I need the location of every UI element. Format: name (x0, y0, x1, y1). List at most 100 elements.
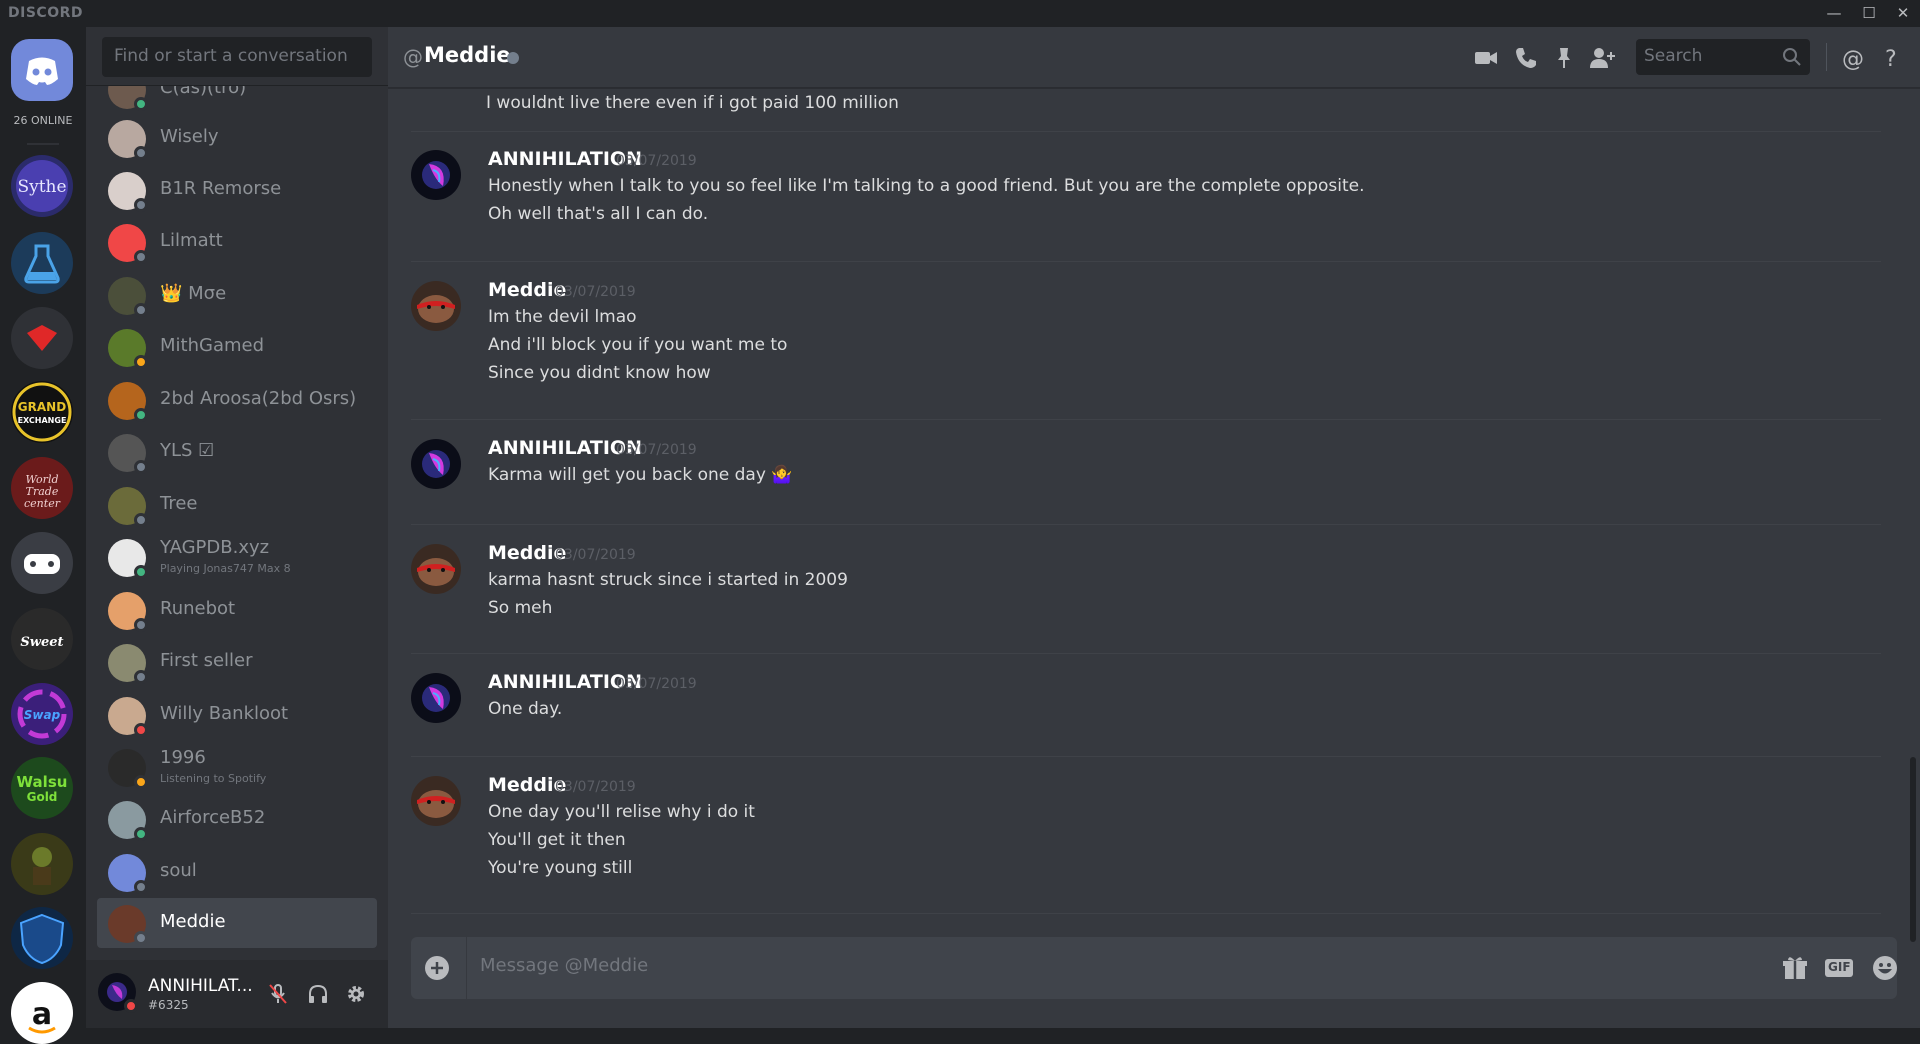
gear-icon[interactable] (342, 980, 370, 1008)
server-icon[interactable] (11, 907, 73, 969)
dm-item[interactable]: Wisely (97, 113, 377, 163)
dm-item[interactable]: First seller (97, 637, 377, 687)
title-bar: DISCORD — ☐ ✕ (0, 0, 1920, 27)
svg-text:Sythe: Sythe (17, 177, 66, 197)
server-icon[interactable]: Sweet (11, 608, 73, 670)
dm-list: C(as)(tro) Wisely B1R Remorse Lilmatt 👑 Μσe M… (86, 85, 388, 960)
dm-item[interactable]: MithGamed (97, 322, 377, 372)
message-text: I wouldnt live there even if i got paid … (486, 93, 899, 113)
message-text: karma hasnt struck since i started in 20… (488, 570, 848, 590)
status-indicator (134, 303, 148, 317)
help-icon[interactable]: ? (1878, 44, 1906, 72)
message-composer[interactable]: Message @Meddie GIF (411, 937, 1897, 999)
maximize-icon[interactable]: ☐ (1852, 0, 1886, 27)
message-input[interactable]: Message @Meddie (480, 955, 648, 976)
at-icon: @ (403, 45, 423, 69)
gif-picker-icon[interactable]: GIF (1823, 952, 1855, 984)
server-icon[interactable]: Walsu Gold (11, 757, 73, 819)
status-indicator (134, 355, 148, 369)
search-icon (1783, 48, 1801, 66)
dm-item[interactable]: YAGPDB.xyz Playing Jonas747 Max 8 (97, 532, 377, 582)
activity-text: Listening to Spotify (160, 772, 267, 785)
dm-item[interactable]: 1996 Listening to Spotify (97, 742, 377, 792)
video-call-icon[interactable] (1472, 44, 1500, 72)
avatar[interactable] (411, 439, 461, 489)
server-icon[interactable] (11, 232, 73, 294)
message-text: Since you didnt know how (488, 363, 711, 383)
server-icon[interactable]: Sythe (11, 155, 73, 217)
dm-name: Meddie (160, 911, 226, 932)
avatar[interactable] (411, 150, 461, 200)
dm-name: B1R Remorse (160, 178, 282, 199)
message-divider (411, 524, 1881, 525)
dm-item[interactable]: Lilmatt (97, 217, 377, 267)
message-timestamp: 03/07/2019 (555, 779, 636, 795)
divider (1826, 43, 1827, 71)
avatar[interactable] (411, 673, 461, 723)
avatar[interactable] (411, 281, 461, 331)
avatar[interactable] (411, 776, 461, 826)
dm-item[interactable]: soul (97, 847, 377, 897)
dm-item[interactable]: Runebot (97, 585, 377, 635)
svg-text:EXCHANGE: EXCHANGE (18, 416, 67, 425)
find-conversation-input[interactable]: Find or start a conversation (102, 37, 372, 77)
dm-item[interactable]: AirforceB52 (97, 794, 377, 844)
minimize-icon[interactable]: — (1817, 0, 1851, 27)
message-timestamp: 03/07/2019 (555, 284, 636, 300)
avatar[interactable] (411, 544, 461, 594)
message-group: ANNIHILATION 03/07/2019 Honestly when I ta… (411, 148, 1881, 236)
message-group: Meddie 03/07/2019 karma hasnt struck since… (411, 542, 1881, 630)
status-indicator (134, 723, 148, 737)
channel-title: Meddie (424, 43, 511, 67)
dm-item[interactable]: 👑 Μσe (97, 270, 377, 320)
server-icon[interactable]: a (11, 982, 73, 1044)
emoji-icon[interactable] (1869, 952, 1901, 984)
server-icon[interactable]: World Trade center (11, 457, 73, 519)
status-indicator (134, 565, 148, 579)
close-icon[interactable]: ✕ (1886, 0, 1920, 27)
dm-item[interactable]: C(as)(tro) (97, 85, 377, 114)
server-icon[interactable]: Swap (11, 683, 73, 745)
server-icon[interactable] (11, 532, 73, 594)
status-indicator (134, 931, 148, 945)
search-placeholder: Search (1644, 46, 1703, 66)
headphones-icon[interactable] (304, 980, 332, 1008)
add-friend-icon[interactable] (1588, 44, 1616, 72)
server-icon[interactable] (11, 307, 73, 369)
mute-mic-icon[interactable] (264, 980, 292, 1008)
gift-icon[interactable] (1779, 952, 1811, 984)
message-text: Oh well that's all I can do. (488, 204, 709, 224)
pin-icon[interactable] (1550, 44, 1578, 72)
dm-item[interactable]: YLS ☑ (97, 427, 377, 477)
status-indicator (134, 460, 148, 474)
voice-call-icon[interactable] (1512, 44, 1540, 72)
message-group: Meddie 03/07/2019 One day you'll relise wh… (411, 774, 1881, 890)
status-indicator (134, 618, 148, 632)
dm-name: C(as)(tro) (160, 85, 247, 98)
dm-name: AirforceB52 (160, 807, 266, 828)
message-timestamp: 03/07/2019 (616, 153, 697, 169)
message-text: One day you'll relise why i do it (488, 802, 755, 822)
search-input[interactable]: Search (1636, 39, 1810, 75)
dm-name: Lilmatt (160, 230, 223, 251)
dm-name: YAGPDB.xyz (160, 537, 270, 558)
dm-item[interactable]: Willy Bankloot (97, 690, 377, 740)
message-text: You're young still (488, 858, 633, 878)
dm-item[interactable]: 2bd Aroosa(2bd Osrs) (97, 375, 377, 425)
svg-text:Walsu: Walsu (17, 773, 68, 791)
server-icon[interactable]: GRAND EXCHANGE (11, 381, 73, 443)
upload-plus-icon[interactable] (423, 954, 451, 982)
mentions-icon[interactable]: @ (1838, 44, 1866, 72)
status-offline-indicator (507, 52, 519, 64)
dm-name: 1996 (160, 747, 206, 768)
dm-item[interactable]: Tree (97, 480, 377, 530)
dm-item[interactable]: Meddie (97, 898, 377, 948)
scrollbar[interactable] (1910, 757, 1916, 942)
status-indicator (134, 775, 148, 789)
message-divider (411, 653, 1881, 654)
server-icon[interactable] (11, 833, 73, 895)
dm-name: 2bd Aroosa(2bd Osrs) (160, 388, 357, 409)
dm-item[interactable]: B1R Remorse (97, 165, 377, 215)
user-discriminator: #6325 (148, 998, 189, 1012)
home-button[interactable] (11, 39, 73, 101)
